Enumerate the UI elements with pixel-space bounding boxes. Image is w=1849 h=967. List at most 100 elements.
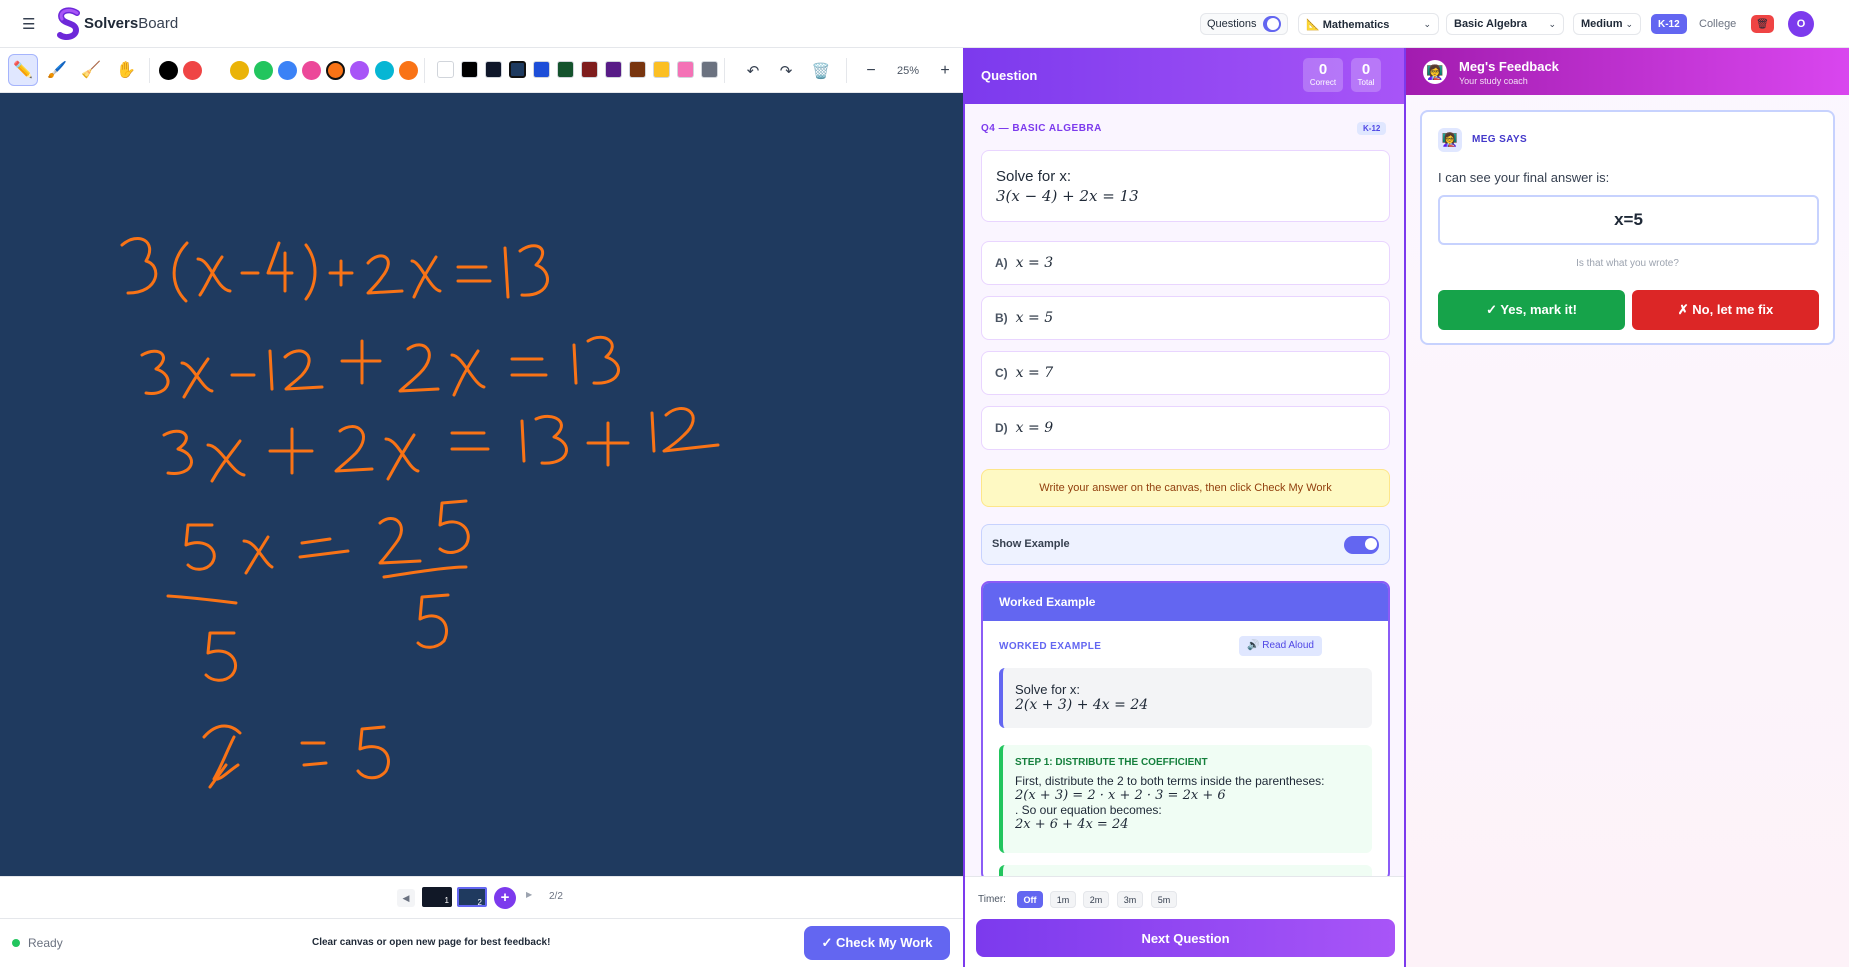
page-thumbnail-2[interactable]: 2 <box>457 887 487 907</box>
correct-counter: 0 Correct <box>1303 58 1343 92</box>
pen-color-swatch[interactable] <box>399 61 418 80</box>
pencil-tool-button[interactable]: ✏️ <box>8 54 38 86</box>
pen-color-swatch[interactable] <box>302 61 321 80</box>
option-d[interactable]: D) x = 9 <box>981 406 1390 450</box>
pen-color-swatch[interactable] <box>159 61 178 80</box>
correct-count: 0 <box>1318 61 1328 78</box>
question-header: Question 0 Correct 0 Total <box>965 48 1404 104</box>
no-let-me-fix-button[interactable]: ✗ No, let me fix <box>1632 290 1819 330</box>
timer-off-button[interactable]: Off <box>1017 891 1043 908</box>
question-panel-title: Question <box>981 68 1038 83</box>
timer-1m-button[interactable]: 1m <box>1050 891 1076 908</box>
meg-says-label: MEG SAYS <box>1472 134 1528 145</box>
option-letter: D) <box>995 421 1008 435</box>
redo-icon: ↷ <box>779 62 793 80</box>
next-question-button[interactable]: Next Question <box>976 919 1395 957</box>
worked-example-card: Worked Example WORKED EXAMPLE 🔊 Read Alo… <box>981 581 1390 881</box>
timer-5m-button[interactable]: 5m <box>1151 891 1177 908</box>
detected-answer: x=5 <box>1438 195 1819 245</box>
show-example-row[interactable]: Show Example <box>981 524 1390 565</box>
next-page-button[interactable]: ▶ <box>526 890 532 899</box>
canvas-color-swatch[interactable] <box>509 61 526 78</box>
canvas-color-swatch[interactable] <box>701 61 718 78</box>
pen-color-swatch[interactable] <box>350 61 369 80</box>
brush-tool-button[interactable]: 🖌️ <box>42 54 72 86</box>
zoom-out-button[interactable]: − <box>862 48 880 93</box>
hand-tool-button[interactable]: ✋ <box>111 54 141 86</box>
hamburger-icon[interactable]: ☰ <box>22 15 40 33</box>
status-dot-icon <box>12 939 20 947</box>
user-avatar[interactable]: O <box>1788 11 1814 37</box>
canvas-color-swatch[interactable] <box>557 61 574 78</box>
pen-color-swatch[interactable] <box>183 61 202 80</box>
plus-icon: + <box>940 61 950 79</box>
pen-color-swatch[interactable] <box>326 61 345 80</box>
option-a[interactable]: A) x = 3 <box>981 241 1390 285</box>
question-id: Q4 — BASIC ALGEBRA <box>981 123 1102 134</box>
timer-2m-button[interactable]: 2m <box>1083 891 1109 908</box>
option-b[interactable]: B) x = 5 <box>981 296 1390 340</box>
undo-button[interactable]: ↶ <box>744 48 762 93</box>
show-example-label: Show Example <box>992 538 1070 550</box>
questions-toggle[interactable] <box>1262 16 1281 32</box>
page-navigator: ◀ 1 2 + ▶ 2/2 <box>0 876 963 918</box>
divider <box>424 58 425 83</box>
pen-color-swatch[interactable] <box>278 61 297 80</box>
read-aloud-button[interactable]: 🔊 Read Aloud <box>1239 636 1322 656</box>
level-college-button[interactable]: College <box>1695 14 1740 34</box>
page-indicator: 2/2 <box>549 891 563 902</box>
canvas-color-swatch[interactable] <box>533 61 550 78</box>
user-initial: O <box>1796 18 1806 30</box>
option-letter: C) <box>995 366 1008 380</box>
option-value: x = 9 <box>1015 420 1054 436</box>
option-c[interactable]: C) x = 7 <box>981 351 1390 395</box>
pen-color-swatch[interactable] <box>254 61 273 80</box>
logo[interactable]: SolversBoard <box>56 6 179 41</box>
canvas-color-swatch[interactable] <box>437 61 454 78</box>
brand-name: Solvers <box>84 15 139 32</box>
hand-icon: ✋ <box>116 62 136 79</box>
prev-page-button[interactable]: ◀ <box>397 889 415 907</box>
brand-suffix: Board <box>138 15 179 32</box>
handwriting-strokes <box>120 236 720 789</box>
subject-select[interactable]: 📐 Mathematics ⌄ <box>1298 13 1439 35</box>
level-college-label: College <box>1699 18 1737 30</box>
page-number: 1 <box>444 896 449 905</box>
pen-color-swatch[interactable] <box>375 61 394 80</box>
difficulty-select[interactable]: Medium ⌄ <box>1573 13 1641 35</box>
trash-icon: 🗑️ <box>811 62 831 80</box>
page-thumbnail-1[interactable]: 1 <box>422 887 452 907</box>
canvas-color-swatch[interactable] <box>581 61 598 78</box>
redo-button[interactable]: ↷ <box>777 48 795 93</box>
example-problem: Solve for x: 2(x + 3) + 4x = 24 <box>999 668 1372 728</box>
yes-mark-it-button[interactable]: ✓ Yes, mark it! <box>1438 290 1625 330</box>
question-prompt: Solve for x: <box>996 168 1072 185</box>
broom-icon: 🧹 <box>81 62 101 79</box>
canvas-color-swatch[interactable] <box>677 61 694 78</box>
canvas-color-swatch[interactable] <box>629 61 646 78</box>
clear-canvas-button[interactable]: 🗑️ <box>810 48 832 93</box>
delete-button[interactable]: 🗑 <box>1751 15 1774 33</box>
canvas-color-swatch[interactable] <box>485 61 502 78</box>
check-my-work-button[interactable]: ✓ Check My Work <box>804 926 950 960</box>
zoom-in-button[interactable]: + <box>936 48 954 93</box>
canvas-color-swatch[interactable] <box>461 61 478 78</box>
drawing-canvas[interactable] <box>0 93 963 876</box>
questions-toggle-group: Questions <box>1200 13 1288 35</box>
timer-3m-button[interactable]: 3m <box>1117 891 1143 908</box>
option-value: x = 5 <box>1015 310 1054 326</box>
show-example-toggle[interactable] <box>1344 536 1379 554</box>
level-k12-button[interactable]: K-12 <box>1651 14 1687 34</box>
canvas-color-swatch[interactable] <box>653 61 670 78</box>
correct-label: Correct <box>1309 78 1337 87</box>
canvas-color-swatch[interactable] <box>605 61 622 78</box>
total-count: 0 <box>1361 61 1371 78</box>
example-step-1: STEP 1: DISTRIBUTE THE COEFFICIENT First… <box>999 745 1372 853</box>
topic-select[interactable]: Basic Algebra ⌄ <box>1446 13 1564 35</box>
option-letter: B) <box>995 311 1008 325</box>
eraser-tool-button[interactable]: 🧹 <box>76 54 106 86</box>
handwritten-line-3 <box>162 406 720 483</box>
pen-color-swatch[interactable] <box>230 61 249 80</box>
status-bar: Ready Clear canvas or open new page for … <box>0 918 963 967</box>
add-page-button[interactable]: + <box>494 887 516 909</box>
